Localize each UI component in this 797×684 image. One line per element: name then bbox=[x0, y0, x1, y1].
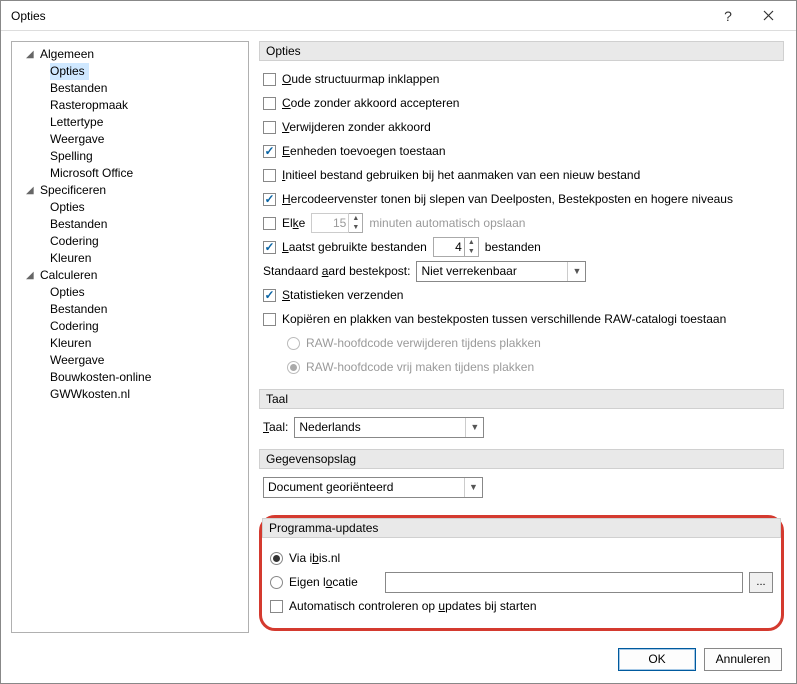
checkbox-kopieren-plakken[interactable] bbox=[263, 313, 276, 326]
tree-item[interactable]: Weergave bbox=[12, 352, 248, 369]
checkbox-auto-updates[interactable] bbox=[270, 600, 283, 613]
settings-panel: Opties Oude structuurmap inklappen Code … bbox=[259, 41, 786, 633]
collapse-icon: ◢ bbox=[26, 46, 38, 63]
cancel-button[interactable]: Annuleren bbox=[704, 648, 782, 671]
tree-item[interactable]: GWWkosten.nl bbox=[12, 386, 248, 403]
tree-group-algemeen[interactable]: ◢ Algemeen bbox=[12, 46, 248, 63]
checkbox-eenheden-toevoegen[interactable] bbox=[263, 145, 276, 158]
radio-label: Eigen locatie bbox=[289, 575, 379, 589]
checkbox-oude-structuurmap[interactable] bbox=[263, 73, 276, 86]
close-button[interactable] bbox=[748, 2, 788, 30]
chevron-up-icon: ▲ bbox=[465, 238, 478, 247]
checkbox-label: Verwijderen zonder akkoord bbox=[282, 120, 431, 134]
help-button[interactable]: ? bbox=[708, 2, 748, 30]
checkbox-label: Code zonder akkoord accepteren bbox=[282, 96, 459, 110]
recent-files-count-input[interactable]: 4 bbox=[433, 237, 465, 257]
section-opties-header: Opties bbox=[259, 41, 784, 61]
dialog-footer: OK Annuleren bbox=[1, 635, 796, 683]
tree-item-msoffice[interactable]: Microsoft Office bbox=[12, 165, 248, 182]
tree-item[interactable]: Bestanden bbox=[12, 216, 248, 233]
taal-select[interactable]: Nederlands ▼ bbox=[294, 417, 484, 438]
browse-button[interactable]: ... bbox=[749, 572, 773, 593]
tree-item[interactable]: Opties bbox=[12, 284, 248, 301]
checkbox-label: Statistieken verzenden bbox=[282, 288, 403, 302]
chevron-down-icon: ▼ bbox=[349, 223, 362, 232]
tree-group-label: Calculeren bbox=[40, 267, 97, 284]
radio-label: Via ibis.nl bbox=[289, 551, 340, 565]
tree-item[interactable]: Kleuren bbox=[12, 335, 248, 352]
aard-bestekpost-label: Standaard aard bestekpost: bbox=[263, 264, 410, 278]
aard-bestekpost-select[interactable]: Niet verrekenbaar ▼ bbox=[416, 261, 586, 282]
chevron-down-icon: ▼ bbox=[464, 478, 482, 497]
chevron-down-icon: ▼ bbox=[465, 247, 478, 256]
tree-item[interactable]: Codering bbox=[12, 318, 248, 335]
recent-files-suffix: bestanden bbox=[485, 240, 541, 254]
checkbox-verwijderen-zonder-akkoord[interactable] bbox=[263, 121, 276, 134]
radio-eigen-locatie[interactable] bbox=[270, 576, 283, 589]
window-title: Opties bbox=[11, 9, 708, 23]
checkbox-statistieken[interactable] bbox=[263, 289, 276, 302]
tree-group-specificeren[interactable]: ◢ Specificeren bbox=[12, 182, 248, 199]
radio-raw-vrijmaken bbox=[287, 361, 300, 374]
radio-label: RAW-hoofdcode vrij maken tijdens plakken bbox=[306, 360, 534, 374]
checkbox-laatst-gebruikt[interactable] bbox=[263, 241, 276, 254]
taal-label: Taal: bbox=[263, 420, 288, 434]
tree-item[interactable]: Opties bbox=[12, 199, 248, 216]
checkbox-label: Eenheden toevoegen toestaan bbox=[282, 144, 446, 158]
tree-item-opties[interactable]: Opties bbox=[12, 63, 248, 80]
checkbox-initieel-bestand[interactable] bbox=[263, 169, 276, 182]
select-value: Nederlands bbox=[299, 420, 360, 434]
section-taal-header: Taal bbox=[259, 389, 784, 409]
recent-files-spinner[interactable]: ▲▼ bbox=[465, 237, 479, 257]
titlebar: Opties ? bbox=[1, 1, 796, 31]
select-value: Niet verrekenbaar bbox=[421, 264, 516, 278]
close-icon bbox=[763, 10, 774, 21]
tree-item[interactable]: Codering bbox=[12, 233, 248, 250]
tree-item-rasteropmaak[interactable]: Rasteropmaak bbox=[12, 97, 248, 114]
collapse-icon: ◢ bbox=[26, 267, 38, 284]
chevron-down-icon: ▼ bbox=[465, 418, 483, 437]
tree-item[interactable]: Bestanden bbox=[12, 301, 248, 318]
chevron-down-icon: ▼ bbox=[567, 262, 585, 281]
tree-item-lettertype[interactable]: Lettertype bbox=[12, 114, 248, 131]
autosave-minutes-input[interactable]: 15 bbox=[311, 213, 349, 233]
section-updates-header: Programma-updates bbox=[262, 518, 781, 538]
nav-tree[interactable]: ◢ Algemeen Opties Bestanden Rasteropmaak… bbox=[11, 41, 249, 633]
checkbox-label: Laatst gebruikte bestanden bbox=[282, 240, 427, 254]
radio-raw-verwijderen bbox=[287, 337, 300, 350]
autosave-suffix: minuten automatisch opslaan bbox=[369, 216, 525, 230]
select-value: Document georiënteerd bbox=[268, 480, 393, 494]
tree-item-spelling[interactable]: Spelling bbox=[12, 148, 248, 165]
checkbox-label: Oude structuurmap inklappen bbox=[282, 72, 439, 86]
radio-label: RAW-hoofdcode verwijderen tijdens plakke… bbox=[306, 336, 541, 350]
checkbox-label: Automatisch controleren op updates bij s… bbox=[289, 599, 537, 613]
collapse-icon: ◢ bbox=[26, 182, 38, 199]
eigen-locatie-input[interactable] bbox=[385, 572, 743, 593]
checkbox-label: Hercodeervenster tonen bij slepen van De… bbox=[282, 192, 733, 206]
programma-updates-highlight: Programma-updates Via ibis.nl Eigen loca… bbox=[259, 515, 784, 631]
checkbox-label: Kopiëren en plakken van bestekposten tus… bbox=[282, 312, 726, 326]
tree-group-label: Algemeen bbox=[40, 46, 94, 63]
gegevensopslag-select[interactable]: Document georiënteerd ▼ bbox=[263, 477, 483, 498]
checkbox-hercodeervenster[interactable] bbox=[263, 193, 276, 206]
tree-item-bestanden[interactable]: Bestanden bbox=[12, 80, 248, 97]
checkbox-label: Initieel bestand gebruiken bij het aanma… bbox=[282, 168, 640, 182]
autosave-minutes-spinner[interactable]: ▲▼ bbox=[349, 213, 363, 233]
tree-group-label: Specificeren bbox=[40, 182, 106, 199]
ok-button[interactable]: OK bbox=[618, 648, 696, 671]
tree-item[interactable]: Bouwkosten-online bbox=[12, 369, 248, 386]
chevron-up-icon: ▲ bbox=[349, 214, 362, 223]
checkbox-elke-autosave[interactable] bbox=[263, 217, 276, 230]
tree-item[interactable]: Kleuren bbox=[12, 250, 248, 267]
tree-group-calculeren[interactable]: ◢ Calculeren bbox=[12, 267, 248, 284]
checkbox-code-zonder-akkoord[interactable] bbox=[263, 97, 276, 110]
tree-item-weergave[interactable]: Weergave bbox=[12, 131, 248, 148]
radio-via-ibis[interactable] bbox=[270, 552, 283, 565]
section-gegevens-header: Gegevensopslag bbox=[259, 449, 784, 469]
checkbox-label: Elke bbox=[282, 216, 305, 230]
